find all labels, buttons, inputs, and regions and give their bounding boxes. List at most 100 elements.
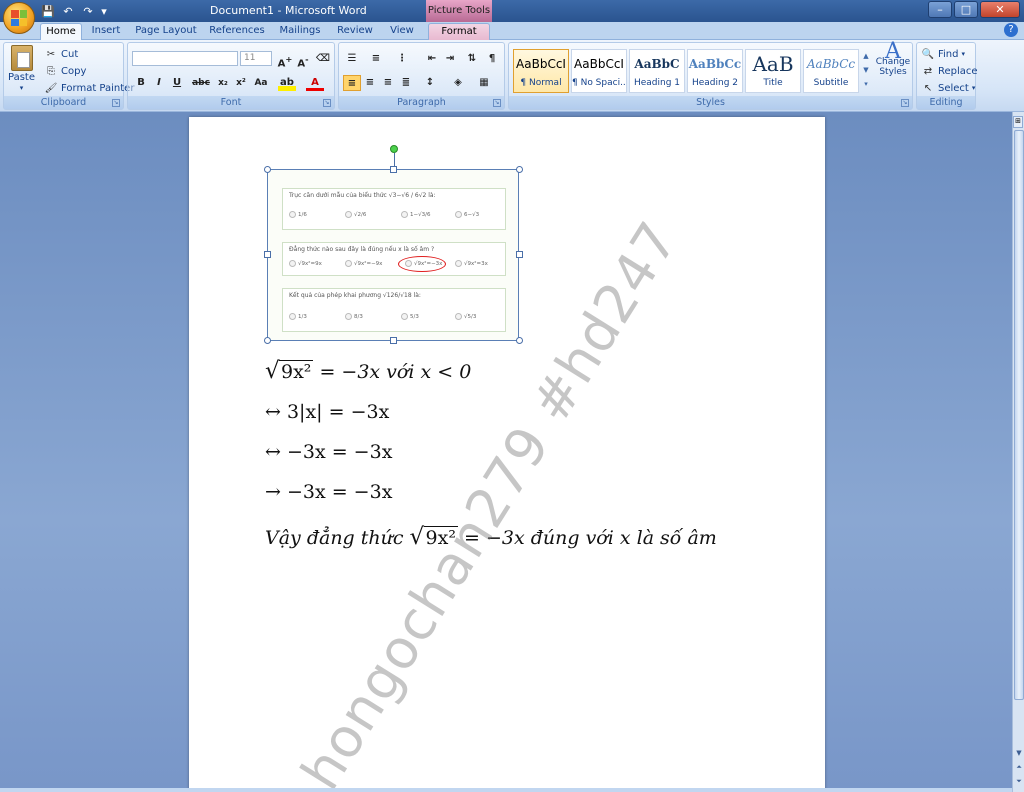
inserted-picture[interactable]: Trục căn dưới mẫu của biểu thức √3−√6 / … <box>267 169 519 341</box>
style-title[interactable]: AaB Title <box>745 49 801 93</box>
increase-indent-icon[interactable]: ⇥ <box>441 51 459 67</box>
editing-group: 🔍 Find ▾ ⇄ Replace ↖ Select ▾ Editing <box>916 42 978 110</box>
tab-format[interactable]: Format <box>428 23 490 40</box>
minimize-button[interactable]: – <box>928 1 952 18</box>
superscript-icon[interactable]: x² <box>232 75 250 91</box>
question-3-text: Kết quả của phép khai phương √126/√18 là… <box>289 292 421 299</box>
line-spacing-icon[interactable]: ↕ <box>421 75 439 91</box>
resize-handle-r[interactable] <box>516 251 523 258</box>
multilevel-list-icon[interactable]: ⋮ <box>393 51 411 67</box>
bold-icon[interactable]: B <box>132 75 150 91</box>
align-left-icon[interactable]: ≡ <box>343 75 361 91</box>
borders-icon[interactable]: ▦ <box>475 75 493 91</box>
show-marks-icon[interactable]: ¶ <box>483 51 501 67</box>
question-2-text: Đẳng thức nào sau đây là đúng nếu x là s… <box>289 246 435 253</box>
tab-references[interactable]: References <box>206 23 268 40</box>
align-center-icon[interactable]: ≡ <box>361 75 379 91</box>
resize-handle-t[interactable] <box>390 166 397 173</box>
office-button[interactable] <box>3 2 35 34</box>
undo-icon[interactable]: ↶ <box>60 4 76 19</box>
italic-icon[interactable]: I <box>150 75 168 91</box>
resize-handle-tl[interactable] <box>264 166 271 173</box>
font-size-input[interactable]: 11 <box>240 51 272 66</box>
clear-formatting-icon[interactable]: ⌫ <box>314 51 332 67</box>
tab-mailings[interactable]: Mailings <box>274 23 326 40</box>
view-ruler-icon[interactable]: ⊞ <box>1013 116 1023 128</box>
maximize-button[interactable]: □ <box>954 1 978 18</box>
replace-button[interactable]: ⇄ Replace <box>921 64 978 78</box>
justify-icon[interactable]: ≣ <box>397 75 415 91</box>
select-button[interactable]: ↖ Select ▾ <box>921 81 976 95</box>
bullets-icon[interactable]: ☰ <box>343 51 361 67</box>
decrease-indent-icon[interactable]: ⇤ <box>423 51 441 67</box>
help-icon[interactable]: ? <box>1004 23 1018 37</box>
editing-group-label: Editing <box>917 96 975 109</box>
change-case-icon[interactable]: Aa <box>252 75 270 91</box>
styles-scroll[interactable]: ▲ ▼ ▾ <box>861 49 871 93</box>
underline-icon[interactable]: U <box>168 75 186 91</box>
style-normal[interactable]: AaBbCcI ¶ Normal <box>513 49 569 93</box>
tab-review[interactable]: Review <box>332 23 378 40</box>
scroll-down-icon[interactable]: ▼ <box>1014 748 1024 758</box>
resize-handle-bl[interactable] <box>264 337 271 344</box>
radio-icon <box>401 313 408 320</box>
format-painter-button[interactable]: 🖌 Format Painter <box>44 81 135 95</box>
paste-dropdown-icon[interactable]: ▾ <box>20 84 24 92</box>
save-icon[interactable]: 💾 <box>40 4 56 19</box>
cut-button[interactable]: ✂ Cut <box>44 47 78 61</box>
tab-insert[interactable]: Insert <box>86 23 126 40</box>
vertical-scrollbar[interactable]: ▲ ▼ ⏶ ⏷ <box>1012 112 1024 792</box>
shading-icon[interactable]: ◈ <box>449 75 467 91</box>
next-page-icon[interactable]: ⏷ <box>1014 776 1024 786</box>
rotate-handle[interactable] <box>390 145 398 153</box>
q2-option-1: √9x²=9x <box>289 260 322 267</box>
highlight-icon[interactable]: ab <box>278 75 296 91</box>
tab-view[interactable]: View <box>384 23 420 40</box>
replace-icon: ⇄ <box>923 65 933 77</box>
style-heading-1[interactable]: AaBbC Heading 1 <box>629 49 685 93</box>
resize-handle-b[interactable] <box>390 337 397 344</box>
strikethrough-icon[interactable]: abc <box>192 75 210 91</box>
font-color-icon[interactable]: A <box>306 75 324 91</box>
font-launcher-icon[interactable]: ↘ <box>323 99 331 107</box>
q1-option-3: 1−√3/6 <box>401 211 430 218</box>
customize-qat-icon[interactable]: ▾ <box>100 4 108 19</box>
styles-launcher-icon[interactable]: ↘ <box>901 99 909 107</box>
style-heading-2[interactable]: AaBbCc Heading 2 <box>687 49 743 93</box>
q1-option-1: 1/6 <box>289 211 307 218</box>
document-page[interactable]: Trục căn dưới mẫu của biểu thức √3−√6 / … <box>189 117 825 792</box>
tab-page-layout[interactable]: Page Layout <box>132 23 200 40</box>
clipboard-launcher-icon[interactable]: ↘ <box>112 99 120 107</box>
close-button[interactable]: ✕ <box>980 1 1020 18</box>
sort-icon[interactable]: ⇅ <box>463 51 481 67</box>
resize-handle-br[interactable] <box>516 337 523 344</box>
change-styles-button[interactable]: A Change Styles <box>875 41 911 78</box>
clipboard-group-label: Clipboard <box>4 96 123 109</box>
resize-handle-l[interactable] <box>264 251 271 258</box>
ribbon-tabs: Home Insert Page Layout References Maili… <box>0 22 1024 40</box>
font-name-input[interactable] <box>132 51 238 66</box>
radio-icon <box>455 313 462 320</box>
resize-handle-tr[interactable] <box>516 166 523 173</box>
ribbon: Paste ▾ ✂ Cut ⎘ Copy 🖌 Format Painter Clipb… <box>0 40 1024 112</box>
subscript-icon[interactable]: x₂ <box>214 75 232 91</box>
copy-icon: ⎘ <box>47 65 55 77</box>
paste-button[interactable]: Paste ▾ <box>8 45 35 92</box>
style-subtitle[interactable]: AaBbCc Subtitle <box>803 49 859 93</box>
font-group-label: Font <box>128 96 334 109</box>
align-right-icon[interactable]: ≡ <box>379 75 397 91</box>
find-button[interactable]: 🔍 Find ▾ <box>921 47 965 61</box>
redo-icon[interactable]: ↷ <box>80 4 96 19</box>
brush-icon: 🖌 <box>44 82 58 94</box>
radio-icon <box>401 211 408 218</box>
copy-button[interactable]: ⎘ Copy <box>44 64 86 78</box>
numbering-icon[interactable]: ≡ <box>367 51 385 67</box>
radio-icon <box>455 260 462 267</box>
paragraph-launcher-icon[interactable]: ↘ <box>493 99 501 107</box>
style-no-spacing[interactable]: AaBbCcI ¶ No Spaci... <box>571 49 627 93</box>
tab-home[interactable]: Home <box>40 23 82 40</box>
prev-page-icon[interactable]: ⏶ <box>1014 762 1024 772</box>
scrollbar-thumb[interactable] <box>1014 130 1024 700</box>
grow-font-icon[interactable]: A+ <box>276 51 294 69</box>
shrink-font-icon[interactable]: A- <box>294 51 312 69</box>
